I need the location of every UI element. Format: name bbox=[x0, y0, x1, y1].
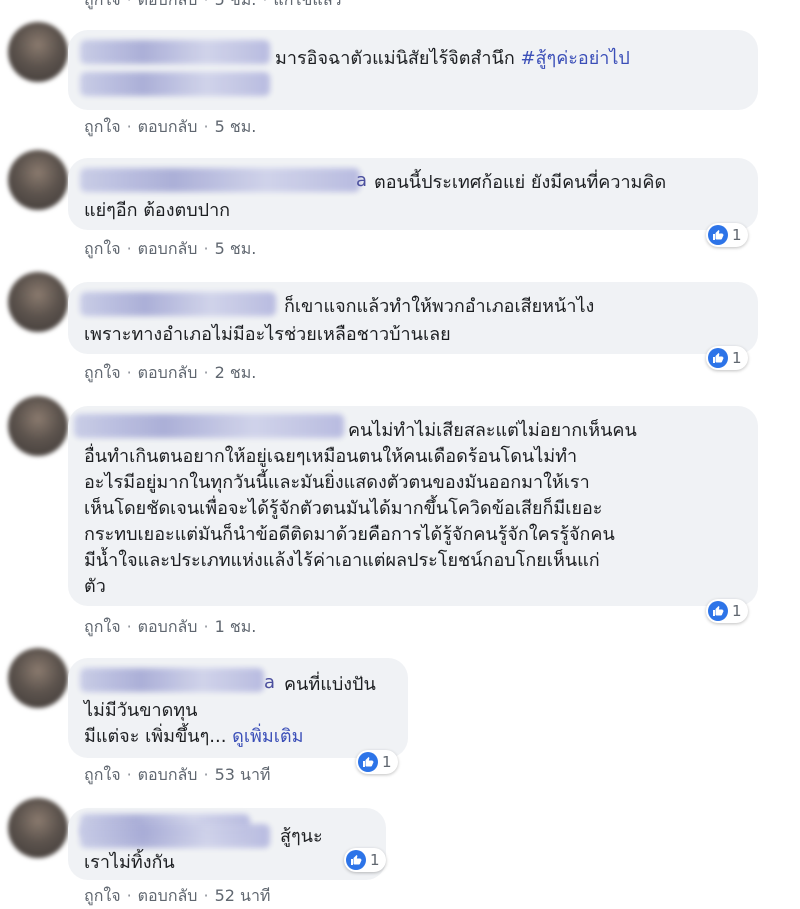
reply-link[interactable]: ตอบกลับ bbox=[138, 765, 198, 784]
like-link[interactable]: ถูกใจ bbox=[84, 765, 121, 784]
comment-line: เห็นโดยชัดเจนเพื่อจะได้รู้จักตัวตนมันได้… bbox=[84, 498, 603, 519]
thumbs-up-icon bbox=[708, 225, 728, 245]
reaction-count: 1 bbox=[732, 349, 742, 367]
avatar[interactable] bbox=[8, 648, 68, 708]
dot-separator: · bbox=[203, 617, 209, 636]
reaction-summary[interactable]: 1 bbox=[356, 750, 398, 774]
dot-separator: · bbox=[203, 117, 209, 136]
dot-separator: · bbox=[126, 617, 132, 636]
reaction-count: 1 bbox=[382, 753, 392, 771]
comment-line: ก็เขาแจกแล้วทำให้พวกอำเภอเสียหน้าไง bbox=[284, 296, 595, 317]
dot-separator: · bbox=[203, 0, 208, 9]
edited-label[interactable]: แก้ไขแล้ว bbox=[273, 0, 341, 9]
comment-line: คนที่แบ่งปัน bbox=[284, 674, 376, 695]
comment-line: คนไม่ทำไม่เสียสละแต่ไม่อยากเห็นคน bbox=[348, 420, 637, 441]
commenter-name-blurred[interactable] bbox=[74, 414, 344, 438]
thumbs-up-icon bbox=[346, 850, 366, 870]
comment-actions: ถูกใจ · ตอบกลับ · 2 ชม. bbox=[84, 361, 256, 386]
like-link[interactable]: ถูกใจ bbox=[84, 239, 121, 258]
commenter-name-blurred[interactable] bbox=[80, 40, 270, 64]
top-partial-actions: ถูกใจ · ตอบกลับ · 5 ชม. · แก้ไขแล้ว bbox=[84, 0, 342, 13]
comment-text-truncated: มีแต่จะ เพิ่มขึ้นๆ... ดูเพิ่มเติม bbox=[84, 724, 303, 749]
commenter-name-tail[interactable]: a bbox=[264, 672, 275, 693]
comment-actions: ถูกใจ · ตอบกลับ · 52 นาที bbox=[84, 884, 270, 909]
reaction-count: 1 bbox=[732, 226, 742, 244]
comment-line: มีน้ำใจและประเภทแห่งแล้งไร้ค่าเอาแต่ผลปร… bbox=[84, 550, 600, 571]
dot-separator: · bbox=[203, 765, 209, 784]
reaction-summary[interactable]: 1 bbox=[706, 346, 748, 370]
reaction-summary[interactable]: 1 bbox=[344, 848, 386, 872]
thumbs-up-icon bbox=[708, 348, 728, 368]
dot-separator: · bbox=[203, 886, 209, 905]
dot-separator: · bbox=[126, 239, 132, 258]
hashtag-link[interactable]: #สู้ๆค่ะอย่าไป bbox=[520, 48, 629, 69]
comment-actions: ถูกใจ · ตอบกลับ · 53 นาที bbox=[84, 763, 270, 788]
like-link[interactable]: ถูกใจ bbox=[84, 117, 121, 136]
reply-link[interactable]: ตอบกลับ bbox=[138, 617, 198, 636]
like-link[interactable]: ถูกใจ bbox=[84, 0, 121, 9]
comment-text: มารอิจฉาตัวแม่นิสัยไร้จิตสำนึก #สู้ๆค่ะอ… bbox=[275, 46, 630, 71]
commenter-name-blurred[interactable] bbox=[80, 168, 360, 192]
comment-line: แย่ๆอีก ต้องตบปาก bbox=[84, 200, 231, 221]
comment-line: ไม่มีวันขาดทุน bbox=[84, 700, 198, 721]
commenter-name-blurred[interactable] bbox=[80, 292, 276, 316]
thumbs-up-icon bbox=[358, 752, 378, 772]
dot-separator: · bbox=[262, 0, 267, 9]
comment-line: มีแต่จะ เพิ่มขึ้นๆ... bbox=[84, 726, 227, 747]
dot-separator: · bbox=[203, 239, 209, 258]
reply-link[interactable]: ตอบกลับ bbox=[138, 239, 198, 258]
commenter-name-blurred[interactable] bbox=[80, 668, 264, 692]
comment-line: กระทบเยอะแต่มันก็นำข้อดีติดมาด้วยคือการไ… bbox=[84, 524, 615, 545]
reply-link[interactable]: ตอบกลับ bbox=[138, 363, 198, 382]
like-link[interactable]: ถูกใจ bbox=[84, 363, 121, 382]
comment-line: อื่นทำเกินตนอยากให้อยู่เฉยๆเหมือนตนให้คน… bbox=[84, 446, 578, 467]
comment-actions: ถูกใจ · ตอบกลับ · 5 ชม. bbox=[84, 115, 256, 140]
comment-time[interactable]: 52 นาที bbox=[215, 886, 271, 905]
comment-line: เพราะทางอำเภอไม่มีอะไรช่วยเหลือชาวบ้านเล… bbox=[84, 324, 451, 345]
reaction-count: 1 bbox=[732, 602, 742, 620]
like-link[interactable]: ถูกใจ bbox=[84, 886, 121, 905]
comment-line: ตัว bbox=[84, 576, 106, 597]
reply-link[interactable]: ตอบกลับ bbox=[138, 0, 198, 9]
comment-time[interactable]: 53 นาที bbox=[215, 765, 271, 784]
reply-link[interactable]: ตอบกลับ bbox=[138, 886, 198, 905]
comment-time[interactable]: 1 ชม. bbox=[215, 617, 257, 636]
avatar[interactable] bbox=[8, 396, 68, 456]
see-more-link[interactable]: ดูเพิ่มเติม bbox=[232, 726, 303, 747]
comment-actions: ถูกใจ · ตอบกลับ · 5 ชม. bbox=[84, 237, 256, 262]
commenter-name-tail[interactable]: a bbox=[356, 170, 367, 191]
comment-line: อะไรมีอยู่มากในทุกวันนี้และมันยิ่งแสดงตั… bbox=[84, 472, 590, 493]
comment-time[interactable]: 5 ชม. bbox=[215, 117, 257, 136]
dot-separator: · bbox=[126, 765, 132, 784]
commenter-name-blurred[interactable] bbox=[80, 824, 270, 848]
reaction-count: 1 bbox=[370, 851, 380, 869]
comment-line: มารอิจฉาตัวแม่นิสัยไร้จิตสำนึก bbox=[275, 48, 515, 69]
avatar[interactable] bbox=[8, 150, 68, 210]
dot-separator: · bbox=[126, 886, 132, 905]
comment-line: เราไม่ทิ้งกัน bbox=[84, 852, 175, 873]
avatar[interactable] bbox=[8, 272, 68, 332]
thumbs-up-icon bbox=[708, 601, 728, 621]
dot-separator: · bbox=[126, 363, 132, 382]
dot-separator: · bbox=[127, 0, 132, 9]
dot-separator: · bbox=[126, 117, 132, 136]
avatar[interactable] bbox=[8, 798, 68, 858]
comment-line: ตอนนี้ประเทศก้อแย่ ยังมีคนที่ความคิด bbox=[374, 172, 667, 193]
commenter-name-blurred[interactable] bbox=[80, 72, 270, 96]
dot-separator: · bbox=[203, 363, 209, 382]
avatar[interactable] bbox=[8, 22, 68, 82]
reaction-summary[interactable]: 1 bbox=[706, 599, 748, 623]
like-link[interactable]: ถูกใจ bbox=[84, 617, 121, 636]
comment-time[interactable]: 5 ชม. bbox=[215, 239, 257, 258]
comment-line: สู้ๆนะ bbox=[280, 826, 323, 847]
comment-time[interactable]: 5 ชม. bbox=[215, 0, 257, 9]
comment-actions: ถูกใจ · ตอบกลับ · 1 ชม. bbox=[84, 615, 256, 640]
reaction-summary[interactable]: 1 bbox=[706, 223, 748, 247]
comment-time[interactable]: 2 ชม. bbox=[215, 363, 257, 382]
reply-link[interactable]: ตอบกลับ bbox=[138, 117, 198, 136]
